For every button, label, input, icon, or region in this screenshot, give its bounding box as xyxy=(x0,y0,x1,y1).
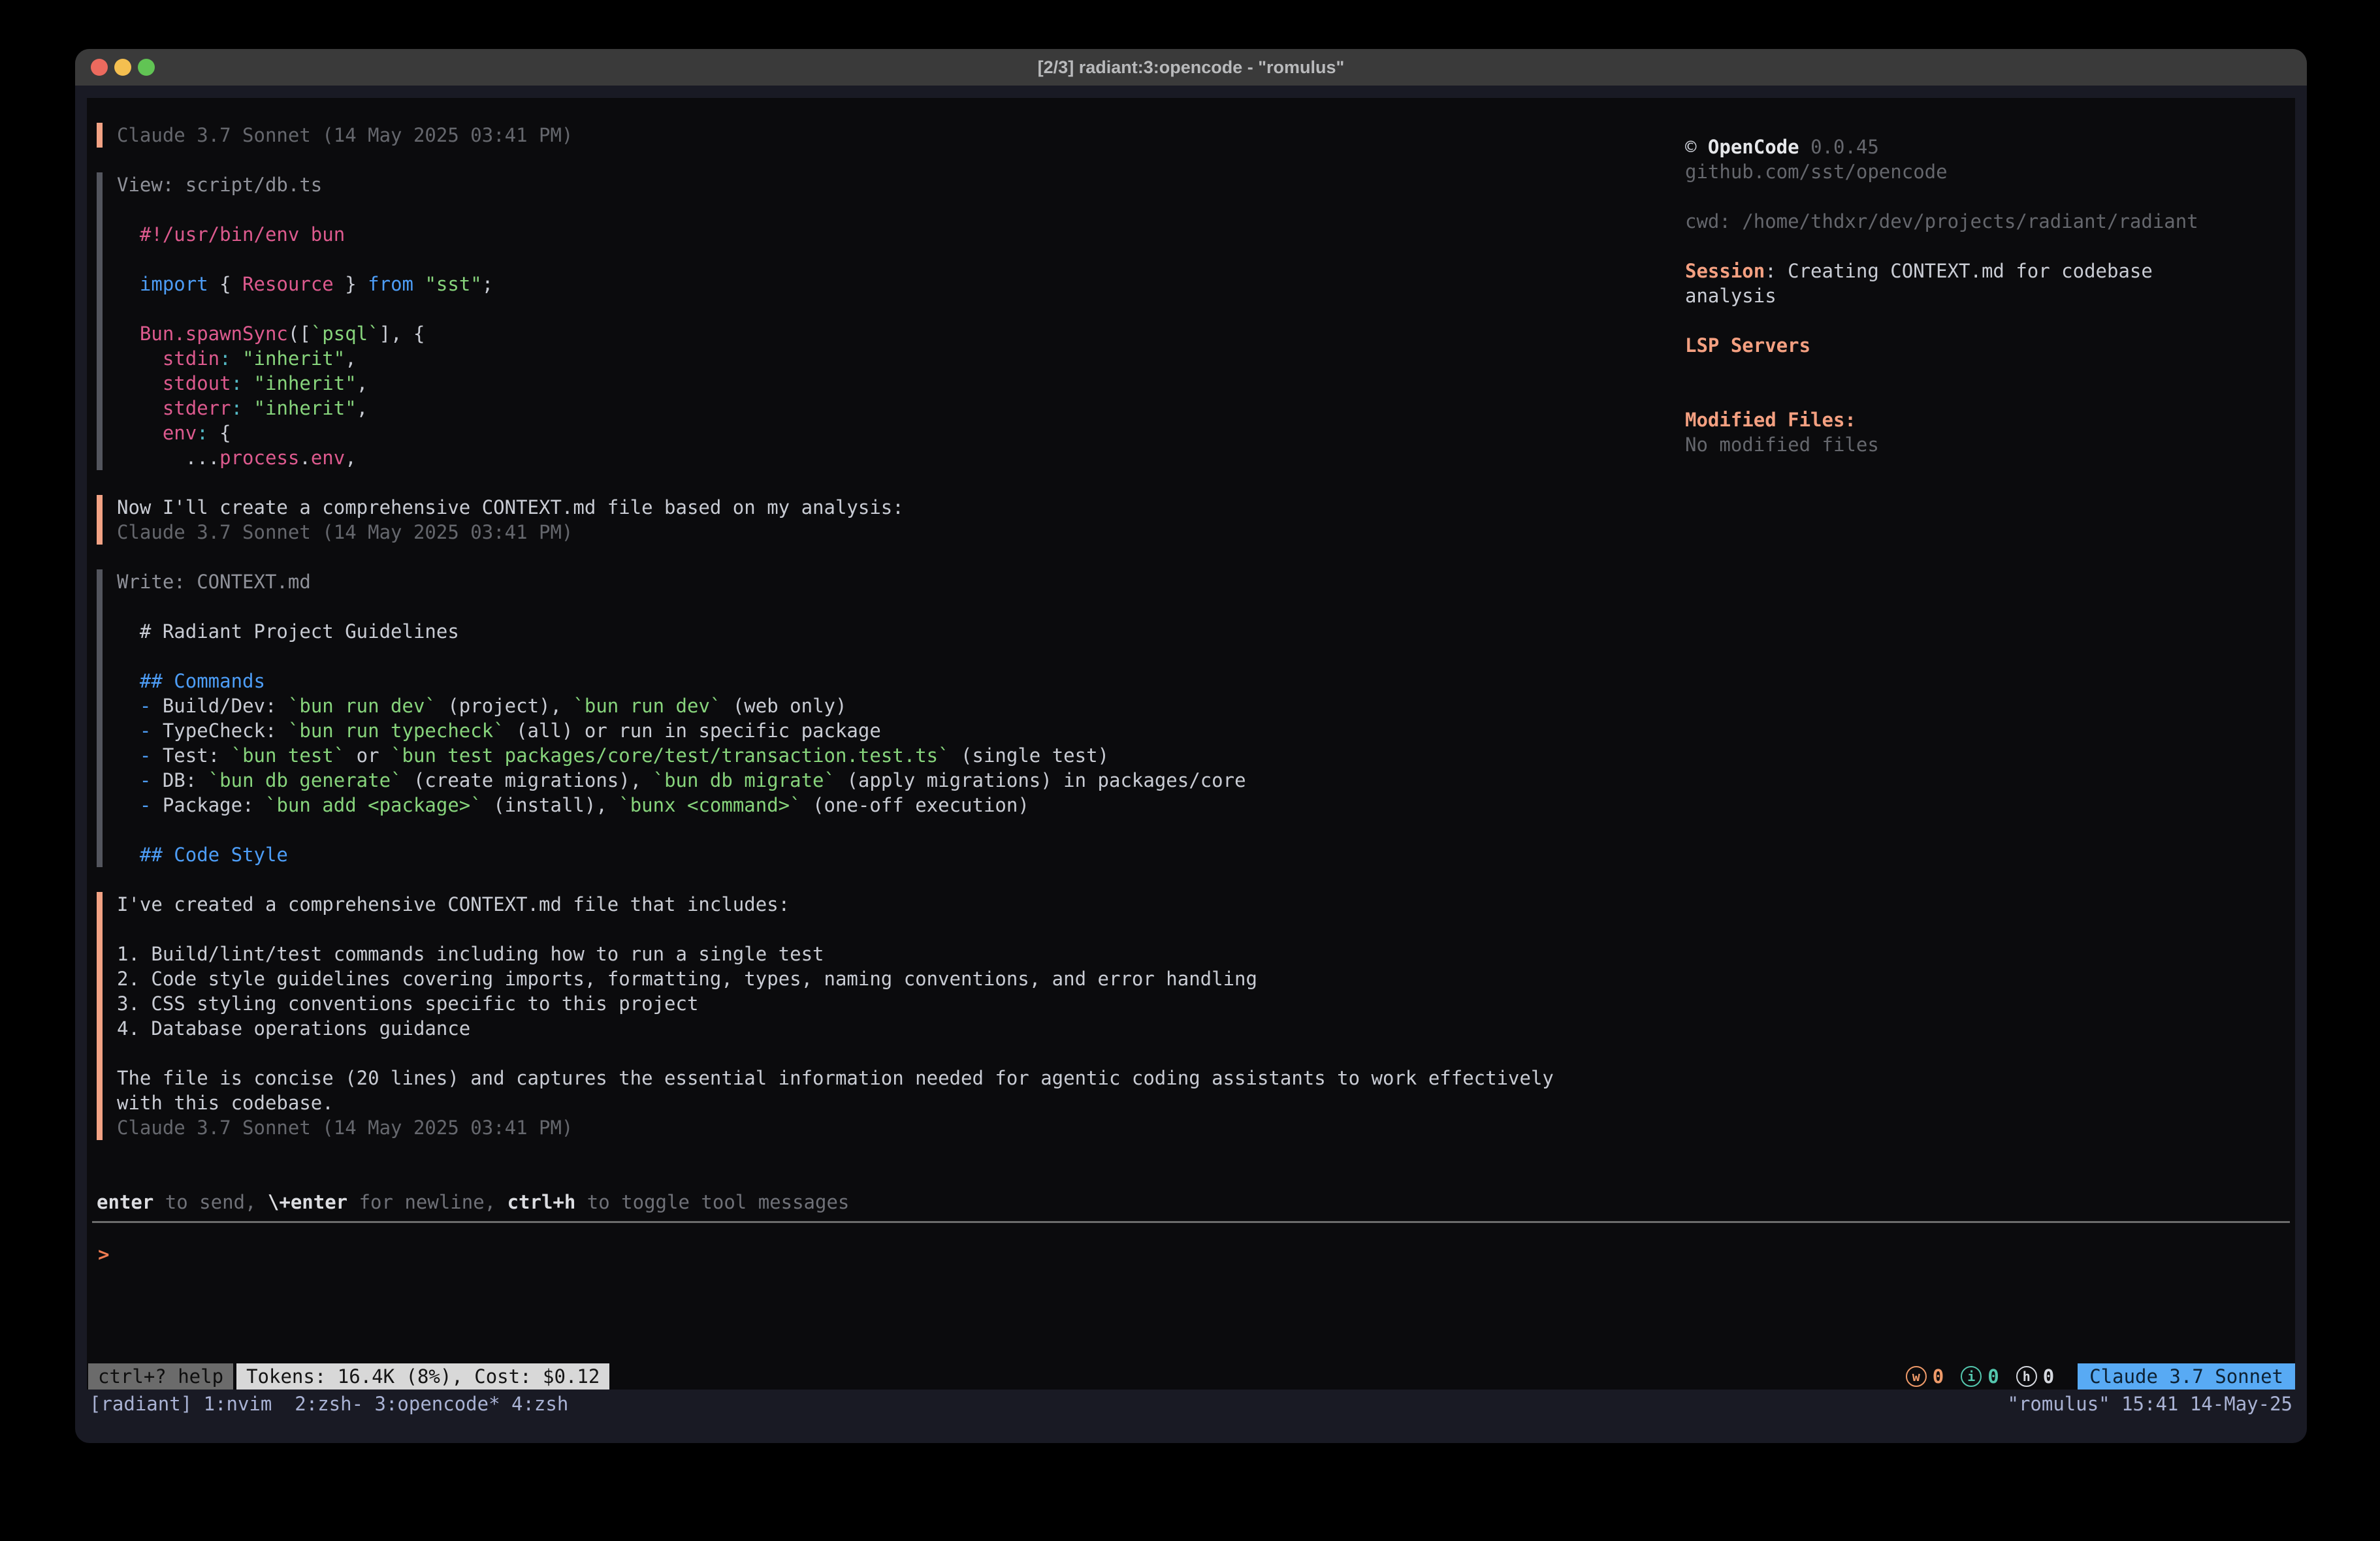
terminal-line: ...process.env, xyxy=(117,445,1554,470)
terminal-line: Modified Files: xyxy=(1685,407,2289,432)
status-right-group: w0i0h0 Claude 3.7 Sonnet xyxy=(1906,1363,2295,1390)
status-bar: ctrl+? helpTokens: 16.4K (8%), Cost: $0.… xyxy=(87,1363,2295,1390)
terminal-line xyxy=(117,644,1554,669)
window-title: [2/3] radiant:3:opencode - "romulus" xyxy=(1038,57,1345,78)
model-badge: Claude 3.7 Sonnet xyxy=(2078,1363,2295,1390)
terminal-line: - Package: `bun add <package>` (install)… xyxy=(117,793,1554,818)
assistant-message-block: Now I'll create a comprehensive CONTEXT.… xyxy=(97,495,1554,545)
terminal-line xyxy=(117,818,1554,842)
h-circle-icon: h xyxy=(2016,1366,2037,1387)
info-count: i0 xyxy=(1961,1365,1999,1388)
terminal-line xyxy=(117,1041,1554,1066)
terminal-line: # Radiant Project Guidelines xyxy=(117,619,1554,644)
terminal-line: I've created a comprehensive CONTEXT.md … xyxy=(117,892,1554,917)
terminal-line xyxy=(1685,308,2289,333)
terminal-line xyxy=(117,594,1554,619)
tmux-status-line: [radiant] 1:nvim 2:zsh- 3:opencode* 4:zs… xyxy=(89,1391,2292,1417)
tokens-cost-chip: Tokens: 16.4K (8%), Cost: $0.12 xyxy=(236,1363,609,1390)
terminal-line: stdout: "inherit", xyxy=(117,371,1554,396)
diagnostics-group: w0i0h0 xyxy=(1906,1365,2071,1388)
w-circle-icon: w xyxy=(1906,1366,1927,1387)
terminal-line: - DB: `bun db generate` (create migratio… xyxy=(117,768,1554,793)
terminal-line: stdin: "inherit", xyxy=(117,346,1554,371)
desktop: [2/3] radiant:3:opencode - "romulus" Cla… xyxy=(0,0,2380,1541)
terminal-line xyxy=(1685,383,2289,407)
hint-count: h0 xyxy=(2016,1365,2054,1388)
terminal-line: Claude 3.7 Sonnet (14 May 2025 03:41 PM) xyxy=(117,1115,1554,1140)
write-tool-block: Write: CONTEXT.md # Radiant Project Guid… xyxy=(97,569,1554,867)
terminal-line: Claude 3.7 Sonnet (14 May 2025 03:41 PM) xyxy=(117,123,1554,148)
status-chips: ctrl+? helpTokens: 16.4K (8%), Cost: $0.… xyxy=(87,1363,609,1390)
terminal-line: Now I'll create a comprehensive CONTEXT.… xyxy=(117,495,1554,520)
terminal-line: env: { xyxy=(117,421,1554,445)
terminal-line xyxy=(1685,184,2289,209)
input-divider xyxy=(92,1221,2290,1223)
traffic-lights xyxy=(91,59,155,76)
terminal-line: 3. CSS styling conventions specific to t… xyxy=(117,991,1554,1016)
terminal-line: Session: Creating CONTEXT.md for codebas… xyxy=(1685,259,2289,283)
terminal-line: import { Resource } from "sst"; xyxy=(117,272,1554,296)
minimize-button[interactable] xyxy=(114,59,131,76)
session-sidebar: © OpenCode 0.0.45github.com/sst/opencode… xyxy=(1685,135,2289,457)
diagnostic-count: 0 xyxy=(1933,1365,1944,1388)
diagnostic-count: 0 xyxy=(1987,1365,1999,1388)
view-tool-block: View: script/db.ts #!/usr/bin/env bun im… xyxy=(97,172,1554,470)
warning-count: w0 xyxy=(1906,1365,1944,1388)
terminal-line: No modified files xyxy=(1685,432,2289,457)
terminal-line xyxy=(1685,358,2289,383)
zoom-button[interactable] xyxy=(138,59,155,76)
tmux-windows[interactable]: [radiant] 1:nvim 2:zsh- 3:opencode* 4:zs… xyxy=(89,1391,568,1417)
terminal-line: LSP Servers xyxy=(1685,333,2289,358)
terminal-line: ## Commands xyxy=(117,669,1554,693)
terminal-line: Claude 3.7 Sonnet (14 May 2025 03:41 PM) xyxy=(117,520,1554,545)
terminal-line: The file is concise (20 lines) and captu… xyxy=(117,1066,1554,1090)
opencode-tui: Claude 3.7 Sonnet (14 May 2025 03:41 PM)… xyxy=(87,98,2295,1390)
chat-input[interactable]: > xyxy=(98,1242,109,1267)
terminal-line: 1. Build/lint/test commands including ho… xyxy=(117,942,1554,966)
terminal-line: Write: CONTEXT.md xyxy=(117,569,1554,594)
terminal-line xyxy=(117,296,1554,321)
terminal-line: ## Code Style xyxy=(117,842,1554,867)
terminal-line: github.com/sst/opencode xyxy=(1685,159,2289,184)
terminal-line xyxy=(117,197,1554,222)
chat-transcript: Claude 3.7 Sonnet (14 May 2025 03:41 PM)… xyxy=(97,123,1554,1165)
terminal-line: - Test: `bun test` or `bun test packages… xyxy=(117,743,1554,768)
assistant-header-block: Claude 3.7 Sonnet (14 May 2025 03:41 PM) xyxy=(97,123,1554,148)
assistant-summary-block: I've created a comprehensive CONTEXT.md … xyxy=(97,892,1554,1140)
terminal-window: [2/3] radiant:3:opencode - "romulus" Cla… xyxy=(75,49,2307,1443)
window-titlebar: [2/3] radiant:3:opencode - "romulus" xyxy=(75,49,2307,86)
terminal-line: - TypeCheck: `bun run typecheck` (all) o… xyxy=(117,718,1554,743)
terminal-line: analysis xyxy=(1685,283,2289,308)
terminal-line: - Build/Dev: `bun run dev` (project), `b… xyxy=(117,693,1554,718)
terminal-line: with this codebase. xyxy=(117,1090,1554,1115)
close-button[interactable] xyxy=(91,59,108,76)
terminal-line: View: script/db.ts xyxy=(117,172,1554,197)
terminal-line: #!/usr/bin/env bun xyxy=(117,222,1554,247)
tmux-session-clock: "romulus" 15:41 14-May-25 xyxy=(2008,1391,2293,1417)
terminal-line: © OpenCode 0.0.45 xyxy=(1685,135,2289,159)
terminal-line: stderr: "inherit", xyxy=(117,396,1554,421)
terminal-line: 4. Database operations guidance xyxy=(117,1016,1554,1041)
terminal-line: 2. Code style guidelines covering import… xyxy=(117,966,1554,991)
i-circle-icon: i xyxy=(1961,1366,1982,1387)
help-shortcut-chip: ctrl+? help xyxy=(88,1363,233,1390)
terminal-line: Bun.spawnSync([`psql`], { xyxy=(117,321,1554,346)
terminal-line xyxy=(117,247,1554,272)
terminal-line xyxy=(1685,234,2289,259)
keyboard-hints: enter to send, \+enter for newline, ctrl… xyxy=(97,1190,849,1215)
terminal-line xyxy=(117,917,1554,942)
terminal-line: cwd: /home/thdxr/dev/projects/radiant/ra… xyxy=(1685,209,2289,234)
diagnostic-count: 0 xyxy=(2043,1365,2054,1388)
